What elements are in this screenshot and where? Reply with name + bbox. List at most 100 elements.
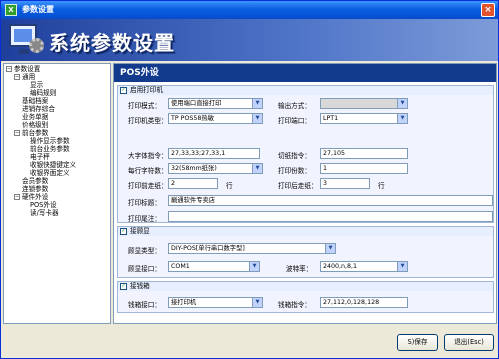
tree-item[interactable]: − 硬件外设 bbox=[4, 193, 110, 201]
tree-item[interactable]: 进销存综合 bbox=[4, 105, 110, 113]
tree-item-label: 前台参数 bbox=[22, 129, 49, 137]
banner: 系统参数设置 bbox=[1, 19, 498, 61]
enable-printer-label: 启用打印机 bbox=[130, 86, 163, 94]
app-icon: X bbox=[5, 4, 17, 16]
tree-item[interactable]: − 参数设置 bbox=[4, 65, 110, 73]
print-copies-input[interactable]: 1 bbox=[320, 163, 408, 174]
save-button[interactable]: S)保存 bbox=[397, 334, 438, 351]
feed-before-label: 打印前走纸： bbox=[128, 182, 168, 190]
tree-item-label: 价格级别 bbox=[22, 121, 49, 129]
title-bar: X 参数设置 × bbox=[1, 1, 498, 19]
collapse-toggle-icon[interactable]: − bbox=[14, 130, 20, 136]
customer-display-section: ✓ 接顾显 顾显类型： DIY-POS[单行串口数字型] ▼ 顾显接口： COM1… bbox=[117, 226, 494, 278]
tree-item-label: 基础档案 bbox=[22, 97, 49, 105]
chevron-down-icon[interactable]: ▼ bbox=[397, 99, 407, 108]
print-footer-input[interactable] bbox=[168, 211, 493, 222]
collapse-toggle-icon[interactable]: − bbox=[14, 74, 20, 80]
display-port-label: 顾显接口： bbox=[128, 265, 161, 273]
feed-after-input[interactable]: 3 bbox=[320, 178, 370, 189]
panel-title: POS外设 bbox=[114, 64, 496, 82]
chevron-down-icon[interactable]: ▼ bbox=[252, 99, 262, 108]
cash-drawer-header: ✓ 接钱箱 bbox=[118, 282, 493, 291]
chevron-down-icon[interactable]: ▼ bbox=[325, 244, 335, 253]
tree-item[interactable]: 价格级别 bbox=[4, 121, 110, 129]
chevron-down-icon[interactable]: ▼ bbox=[397, 114, 407, 123]
large-font-command-input[interactable]: 27,33,33;27,33,1 bbox=[168, 148, 260, 159]
tree-item-label: 硬件外设 bbox=[22, 193, 49, 201]
print-title-label: 打印标题： bbox=[128, 199, 161, 207]
tree-item[interactable]: 编码规则 bbox=[4, 89, 110, 97]
cut-paper-command-label: 切纸指令： bbox=[278, 152, 311, 160]
print-copies-label: 打印份数： bbox=[278, 167, 311, 175]
tree-item-label: 业务单据 bbox=[22, 113, 49, 121]
tree-item-label: 编码规则 bbox=[30, 89, 57, 97]
print-mode-select[interactable]: 使用端口直接打印 ▼ bbox=[168, 98, 263, 109]
display-type-label: 顾显类型： bbox=[128, 247, 161, 255]
collapse-toggle-icon[interactable]: − bbox=[14, 194, 20, 200]
exit-button[interactable]: 退出(Esc) bbox=[444, 334, 494, 351]
printer-type-select[interactable]: TP POS58热敏 ▼ bbox=[168, 113, 263, 124]
tree-item-label: 电子秤 bbox=[30, 153, 50, 161]
pos-peripheral-panel: POS外设 ✓ 启用打印机 打印模式： 使用端口直接打印 ▼ 输出方式： ▼ 打印… bbox=[113, 63, 497, 324]
tree-item[interactable]: 连锁参数 bbox=[4, 185, 110, 193]
drawer-command-label: 钱箱指令： bbox=[278, 301, 311, 309]
tree-item-label: 前台业务参数 bbox=[30, 145, 70, 153]
enable-display-checkbox[interactable]: ✓ bbox=[120, 228, 127, 235]
tree-item[interactable]: − 通用 bbox=[4, 73, 110, 81]
printer-section-header: ✓ 启用打印机 bbox=[118, 86, 493, 95]
tree-item[interactable]: 前台业务参数 bbox=[4, 145, 110, 153]
feed-after-label: 打印后走纸： bbox=[278, 182, 318, 190]
chars-per-line-select[interactable]: 32(58mm纸张) ▼ bbox=[168, 163, 263, 174]
enable-printer-checkbox[interactable]: ✓ bbox=[120, 87, 127, 94]
enable-drawer-checkbox[interactable]: ✓ bbox=[120, 283, 127, 290]
chevron-down-icon[interactable]: ▼ bbox=[249, 262, 259, 271]
display-type-select[interactable]: DIY-POS[单行串口数字型] ▼ bbox=[168, 243, 336, 254]
tree-item[interactable]: 会员参数 bbox=[4, 177, 110, 185]
enable-display-label: 接顾显 bbox=[130, 227, 150, 235]
button-bar: S)保存 退出(Esc) bbox=[1, 328, 498, 358]
chars-per-line-label: 每行字符数： bbox=[128, 167, 168, 175]
tree-item[interactable]: 收银界面定义 bbox=[4, 169, 110, 177]
tree-item-label: 收银快捷键定义 bbox=[30, 161, 77, 169]
cut-paper-command-input[interactable]: 27,105 bbox=[320, 148, 408, 159]
tree-item[interactable]: 基础档案 bbox=[4, 97, 110, 105]
tree-item-label: 会员参数 bbox=[22, 177, 49, 185]
drawer-port-select[interactable]: 接打印机 ▼ bbox=[168, 297, 263, 308]
tree-item-label: 收银界面定义 bbox=[30, 169, 70, 177]
close-button[interactable]: × bbox=[481, 3, 495, 17]
collapse-toggle-icon[interactable]: − bbox=[6, 66, 12, 72]
tree-item-label: 读/写卡器 bbox=[30, 209, 59, 217]
chevron-down-icon[interactable]: ▼ bbox=[252, 114, 262, 123]
baud-rate-select[interactable]: 2400,n,8,1 ▼ bbox=[320, 261, 408, 272]
display-port-select[interactable]: COM1 ▼ bbox=[168, 261, 260, 272]
output-method-label: 输出方式： bbox=[278, 102, 311, 110]
tree-item[interactable]: 读/写卡器 bbox=[4, 209, 110, 217]
print-port-select[interactable]: LPT1 ▼ bbox=[320, 113, 408, 124]
tree-item[interactable]: − 前台参数 bbox=[4, 129, 110, 137]
chevron-down-icon[interactable]: ▼ bbox=[397, 262, 407, 271]
output-method-select[interactable]: ▼ bbox=[320, 98, 408, 109]
chevron-down-icon[interactable]: ▼ bbox=[252, 164, 262, 173]
tree-item-label: 连锁参数 bbox=[22, 185, 49, 193]
feed-before-input[interactable]: 2 bbox=[168, 178, 218, 189]
tree-item[interactable]: 操作显示参数 bbox=[4, 137, 110, 145]
settings-tree[interactable]: − 参数设置 − 通用 显示 编码规则 基础档案 进销存综合 业务单据 价格级别 − 前台参数 操作显示… bbox=[3, 63, 111, 324]
tree-item[interactable]: 电子秤 bbox=[4, 153, 110, 161]
drawer-command-input[interactable]: 27,112,0,128,128 bbox=[320, 297, 408, 308]
print-title-input[interactable]: 巅通软件专卖店 bbox=[168, 195, 493, 206]
drawer-port-label: 钱箱接口： bbox=[128, 301, 161, 309]
print-port-label: 打印端口： bbox=[278, 117, 311, 125]
print-footer-label: 打印尾注： bbox=[128, 215, 161, 223]
printer-type-label: 打印机类型： bbox=[128, 117, 168, 125]
tree-item[interactable]: 收银快捷键定义 bbox=[4, 161, 110, 169]
tree-item[interactable]: POS外设 bbox=[4, 201, 110, 209]
feed-after-unit: 行 bbox=[378, 182, 385, 190]
tree-item[interactable]: 显示 bbox=[4, 81, 110, 89]
tree-item[interactable]: 业务单据 bbox=[4, 113, 110, 121]
tree-item-label: 通用 bbox=[22, 73, 36, 81]
tree-item-label: POS外设 bbox=[30, 201, 57, 209]
banner-title: 系统参数设置 bbox=[49, 31, 175, 55]
chevron-down-icon[interactable]: ▼ bbox=[252, 298, 262, 307]
customer-display-header: ✓ 接顾显 bbox=[118, 227, 493, 236]
print-mode-label: 打印模式： bbox=[128, 102, 161, 110]
